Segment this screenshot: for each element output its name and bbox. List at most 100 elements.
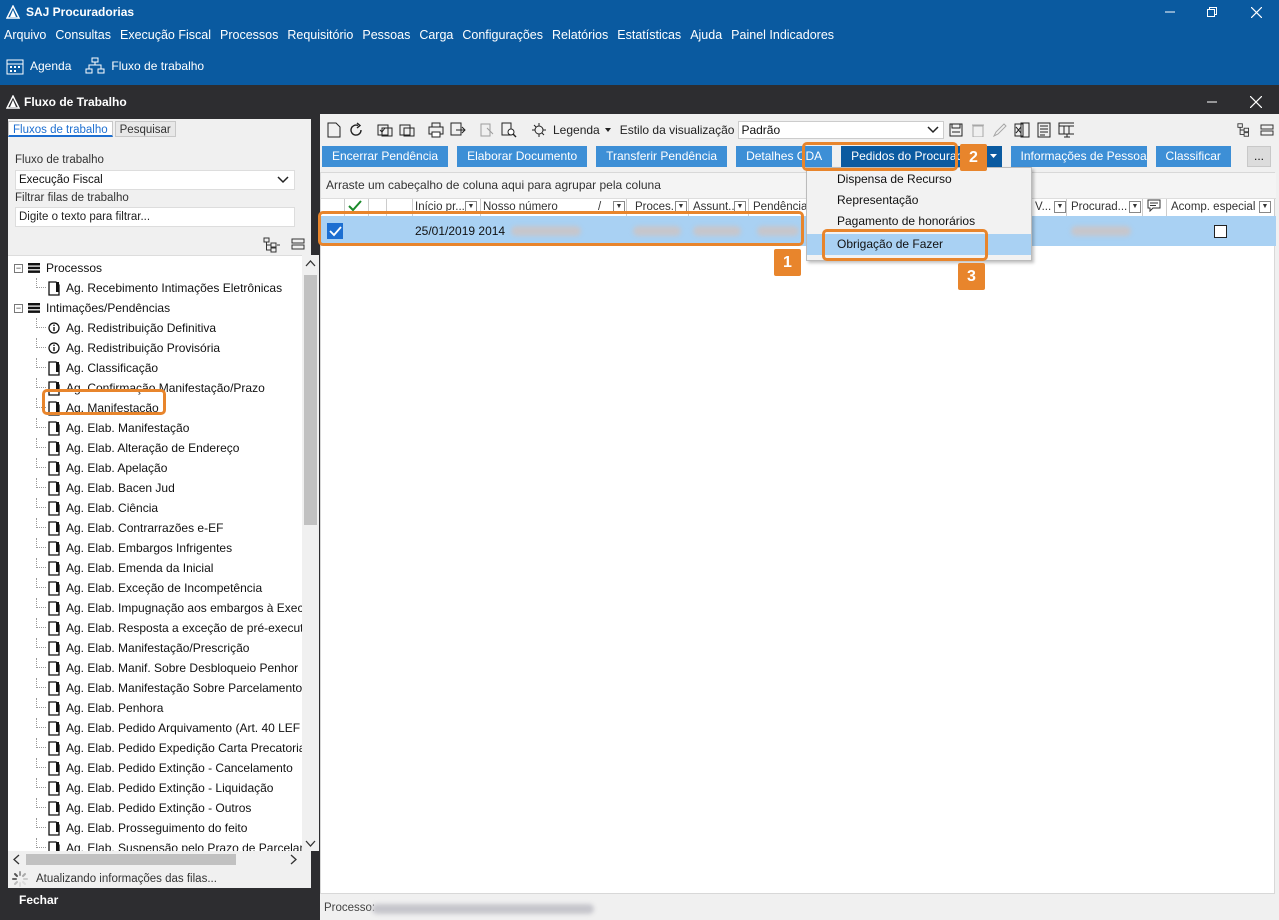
tree-item[interactable]: Ag. Recebimento Intimações Eletrônicas [36, 278, 282, 298]
elaborar-documento-button[interactable]: Elaborar Documento [457, 146, 588, 167]
acomp-checkbox[interactable] [1214, 225, 1227, 238]
tree-group[interactable]: − Intimações/Pendências [14, 298, 170, 318]
legend-icon[interactable] [530, 122, 546, 138]
tree-item[interactable]: Ag. Elab. Bacen Jud [36, 478, 175, 498]
tree-item[interactable]: Ag. Elab. Embargos Infrigentes [36, 538, 232, 558]
tree-item[interactable]: Ag. Elab. Pedido Arquivamento (Art. 40 L… [36, 718, 300, 738]
agenda-button[interactable]: Agenda [6, 57, 71, 75]
tree-item-label: Ag. Elab. Exceção de Incompetência [66, 581, 263, 595]
menu-relatorios[interactable]: Relatórios [552, 28, 608, 42]
menu-consultas[interactable]: Consultas [55, 28, 111, 42]
expand-tree-icon[interactable] [1237, 122, 1253, 138]
refresh-icon[interactable] [348, 122, 364, 138]
tree-connector [36, 418, 46, 428]
tree-item[interactable]: Ag. Elab. Apelação [36, 458, 167, 478]
scroll-right-icon[interactable] [286, 851, 300, 868]
transferir-pendencia-button[interactable]: Transferir Pendência [596, 146, 728, 167]
filter-input[interactable]: Digite o texto para filtrar... [15, 207, 295, 227]
excel-icon[interactable] [1014, 122, 1030, 138]
scroll-down-icon[interactable] [302, 837, 319, 851]
filter-procurador-button[interactable]: ▼ [1129, 201, 1141, 213]
tree-horizontal-scrollbar[interactable] [8, 851, 302, 868]
tree-item[interactable]: Ag. Elab. Alteração de Endereço [36, 438, 239, 458]
menu-ajuda[interactable]: Ajuda [690, 28, 722, 42]
menu-carga[interactable]: Carga [419, 28, 453, 42]
tree-item[interactable]: Ag. Elab. Prosseguimento do feito [36, 818, 247, 838]
menu-estatisticas[interactable]: Estatísticas [617, 28, 681, 42]
encerrar-pendencia-button[interactable]: Encerrar Pendência [322, 146, 449, 167]
calendar-icon [6, 59, 24, 74]
new-doc-icon[interactable] [326, 122, 342, 138]
report-icon[interactable] [1036, 122, 1052, 138]
tree-group[interactable]: − Processos [14, 258, 102, 278]
tree-vertical-scrollbar[interactable] [302, 255, 319, 851]
informacoes-pessoa-button[interactable]: Informações de Pessoa [1010, 146, 1147, 167]
caret-down-icon[interactable] [989, 152, 998, 160]
tree-item[interactable]: Ag. Classificação [36, 358, 158, 378]
hscroll-thumb[interactable] [26, 854, 236, 865]
tree-item[interactable]: Ag. Redistribuição Provisória [36, 338, 220, 358]
tree-item[interactable]: Ag. Elab. Penhora [36, 698, 163, 718]
minimize-button[interactable] [1150, 0, 1190, 24]
fechar-button[interactable]: Fechar [8, 888, 311, 912]
save-icon[interactable] [948, 122, 964, 138]
tree-item[interactable]: Ag. Elab. Manif. Sobre Desbloqueio Penho… [36, 658, 298, 678]
menu-item-representacao[interactable]: Representação [807, 190, 1031, 211]
tree-item[interactable]: Ag. Elab. Ciência [36, 498, 158, 518]
more-actions-button[interactable]: ... [1247, 146, 1271, 167]
inner-minimize-button[interactable] [1192, 90, 1232, 114]
fluxo-select-value: Execução Fiscal [19, 174, 103, 186]
fluxo-select[interactable]: Execução Fiscal [15, 170, 295, 190]
menu-painel-indicadores[interactable]: Painel Indicadores [731, 28, 834, 42]
expand-tree-icon[interactable] [263, 237, 281, 253]
legenda-dropdown[interactable]: Legenda [553, 123, 600, 137]
menu-processos[interactable]: Processos [220, 28, 278, 42]
filter-v-button[interactable]: ▼ [1054, 201, 1066, 213]
classificar-button[interactable]: Classificar [1155, 146, 1231, 167]
list-group-icon [28, 303, 40, 313]
select-all-icon[interactable] [377, 122, 393, 138]
menu-arquivo[interactable]: Arquivo [4, 28, 46, 42]
tree-item[interactable]: Ag. Elab. Manifestação [36, 418, 189, 438]
collapse-toggle-icon[interactable]: − [14, 263, 23, 273]
tree-item[interactable]: Ag. Elab. Manifestação Sobre Parcelament… [36, 678, 302, 698]
restore-button[interactable] [1192, 0, 1232, 24]
scroll-up-icon[interactable] [302, 257, 319, 271]
scroll-thumb[interactable] [304, 275, 317, 525]
deselect-icon[interactable] [399, 122, 415, 138]
tab-fluxos[interactable]: Fluxos de trabalho [8, 121, 113, 137]
tab-pesquisar[interactable]: Pesquisar [114, 121, 176, 137]
tree-item[interactable]: Ag. Elab. Manifestação/Prescrição [36, 638, 249, 658]
caret-down-icon[interactable] [604, 126, 612, 134]
tree-item[interactable]: Ag. Redistribuição Definitiva [36, 318, 216, 338]
tree-item[interactable]: Ag. Elab. Resposta a exceção de pré-exec… [36, 618, 302, 638]
print-icon[interactable] [428, 122, 444, 138]
menu-configuracoes[interactable]: Configurações [462, 28, 543, 42]
tree-item[interactable]: Ag. Elab. Suspensão pelo Prazo de Parcel… [36, 838, 302, 851]
tree-item[interactable]: Ag. Elab. Impugnação aos embargos à Exec [36, 598, 302, 618]
menu-execucao-fiscal[interactable]: Execução Fiscal [120, 28, 211, 42]
collapse-tree-icon[interactable] [291, 237, 305, 251]
inner-close-button[interactable] [1236, 90, 1276, 114]
search-doc-icon[interactable] [501, 122, 517, 138]
close-button[interactable] [1236, 0, 1276, 24]
fluxo-trabalho-button[interactable]: Fluxo de trabalho [85, 57, 204, 75]
collapse-toggle-icon[interactable]: − [14, 303, 23, 313]
tree-item[interactable]: Ag. Elab. Exceção de Incompetência [36, 578, 263, 598]
tree-item[interactable]: Ag. Elab. Pedido Extinção - Liquidação [36, 778, 273, 798]
columns-icon[interactable] [1058, 122, 1075, 138]
tree-item[interactable]: Ag. Elab. Pedido Expedição Carta Precato… [36, 738, 302, 758]
tree-item[interactable]: Ag. Elab. Contrarrazões e-EF [36, 518, 223, 538]
export-icon[interactable] [450, 122, 466, 138]
scroll-left-icon[interactable] [10, 851, 24, 868]
tree-item[interactable]: Ag. Elab. Emenda da Inicial [36, 558, 213, 578]
estilo-select[interactable]: Padrão [738, 121, 945, 139]
filter-acomp-button[interactable]: ▼ [1259, 201, 1271, 213]
menu-item-dispensa-recurso[interactable]: Dispensa de Recurso [807, 169, 1031, 190]
menu-requisitorio[interactable]: Requisitório [287, 28, 353, 42]
collapse-tree-icon[interactable] [1259, 122, 1275, 138]
menu-pessoas[interactable]: Pessoas [362, 28, 410, 42]
tree-item[interactable]: Ag. Elab. Pedido Extinção - Outros [36, 798, 251, 818]
tree-item[interactable]: Ag. Elab. Pedido Extinção - Cancelamento [36, 758, 293, 778]
header-comment[interactable] [1145, 199, 1167, 216]
